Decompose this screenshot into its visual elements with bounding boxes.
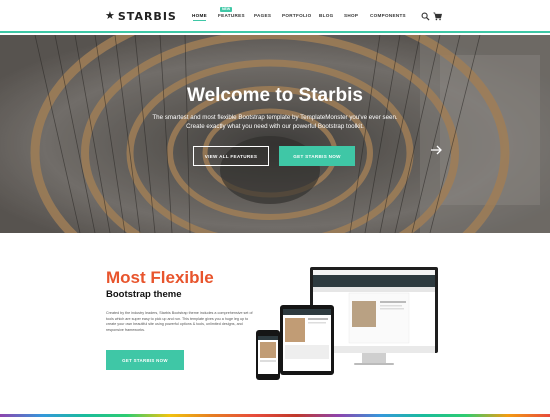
get-starbis-now-button[interactable]: GET STARBIS NOW — [279, 146, 355, 166]
cart-icon[interactable] — [433, 12, 442, 21]
view-all-features-button[interactable]: VIEW ALL FEATURES — [193, 146, 269, 166]
nav-features[interactable]: FEATURES — [218, 13, 245, 18]
hero-banner: Welcome to Starbis The smartest and most… — [0, 35, 550, 233]
logo[interactable]: ★ STARBIS — [105, 10, 177, 23]
nav-components[interactable]: COMPONENTS — [370, 13, 406, 18]
star-icon: ★ — [105, 10, 115, 22]
hero-title: Welcome to Starbis — [187, 85, 363, 106]
page: ★ STARBIS HOME FEATURES PAGES PORTFOLIO … — [0, 0, 550, 420]
arrow-right-icon[interactable] — [429, 143, 443, 157]
feature-get-starbis-button[interactable]: GET STARBIS NOW — [106, 350, 184, 370]
nav-home[interactable]: HOME — [192, 13, 207, 21]
new-badge: NEW — [220, 7, 233, 12]
footer-color-bar — [0, 414, 550, 417]
feature-subtitle: Bootstrap theme — [106, 289, 182, 300]
site-header: ★ STARBIS HOME FEATURES PAGES PORTFOLIO … — [0, 0, 550, 33]
nav-pages[interactable]: PAGES — [254, 13, 271, 18]
feature-description: Created by the industry leaders, Starbis… — [106, 311, 253, 332]
nav-shop[interactable]: SHOP — [344, 13, 358, 18]
hero-subtitle: The smartest and most flexible Bootstrap… — [152, 114, 398, 130]
nav-blog[interactable]: BLOG — [319, 13, 333, 18]
logo-text: STARBIS — [117, 10, 177, 23]
nav-portfolio[interactable]: PORTFOLIO — [282, 13, 312, 18]
devices-mockup-image — [256, 267, 438, 380]
search-icon[interactable] — [421, 12, 430, 21]
staircase-background-image — [0, 35, 550, 233]
feature-title: Most Flexible — [106, 268, 214, 287]
